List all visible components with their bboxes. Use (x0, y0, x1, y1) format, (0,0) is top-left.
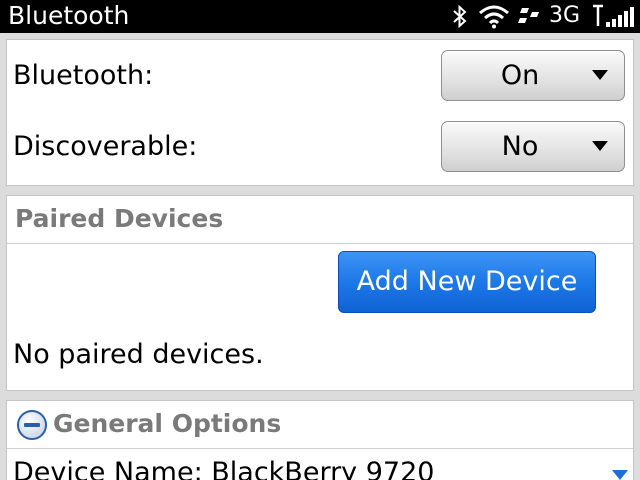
dropdown-arrow-icon (592, 70, 608, 80)
status-bar: Bluetooth 3G (0, 0, 640, 33)
bluetooth-screen: Bluetooth 3G Bluetooth: On Discoverable:… (0, 0, 640, 480)
general-options-header: General Options (53, 409, 282, 438)
add-new-device-button[interactable]: Add New Device (338, 251, 596, 313)
wifi-icon (479, 5, 509, 29)
dropdown-arrow-icon (592, 141, 608, 151)
section-divider (7, 243, 633, 244)
signal-strength-icon (593, 4, 634, 27)
network-type-label: 3G (549, 3, 581, 28)
discoverable-dropdown[interactable]: No (441, 121, 625, 172)
no-paired-devices-message: No paired devices. (13, 339, 264, 370)
bluetooth-dropdown-value: On (500, 60, 540, 91)
section-divider (7, 448, 633, 449)
discoverable-label: Discoverable: (13, 131, 198, 162)
paired-devices-header: Paired Devices (15, 204, 224, 233)
bluetooth-icon (453, 4, 467, 29)
discoverable-dropdown-value: No (501, 131, 539, 162)
general-options-panel: General Options Device Name: BlackBerry … (6, 400, 634, 480)
collapse-icon[interactable] (16, 409, 48, 441)
cellular-activity-icon (518, 8, 539, 23)
bluetooth-label: Bluetooth: (13, 60, 154, 91)
device-name-field[interactable]: Device Name: BlackBerry 9720 (13, 457, 434, 480)
paired-devices-panel: Paired Devices Add New Device No paired … (6, 195, 634, 391)
bluetooth-dropdown[interactable]: On (441, 50, 625, 101)
bluetooth-settings-panel: Bluetooth: On Discoverable: No (6, 39, 634, 186)
scroll-down-icon[interactable] (612, 470, 628, 480)
screen-title: Bluetooth (8, 1, 130, 30)
